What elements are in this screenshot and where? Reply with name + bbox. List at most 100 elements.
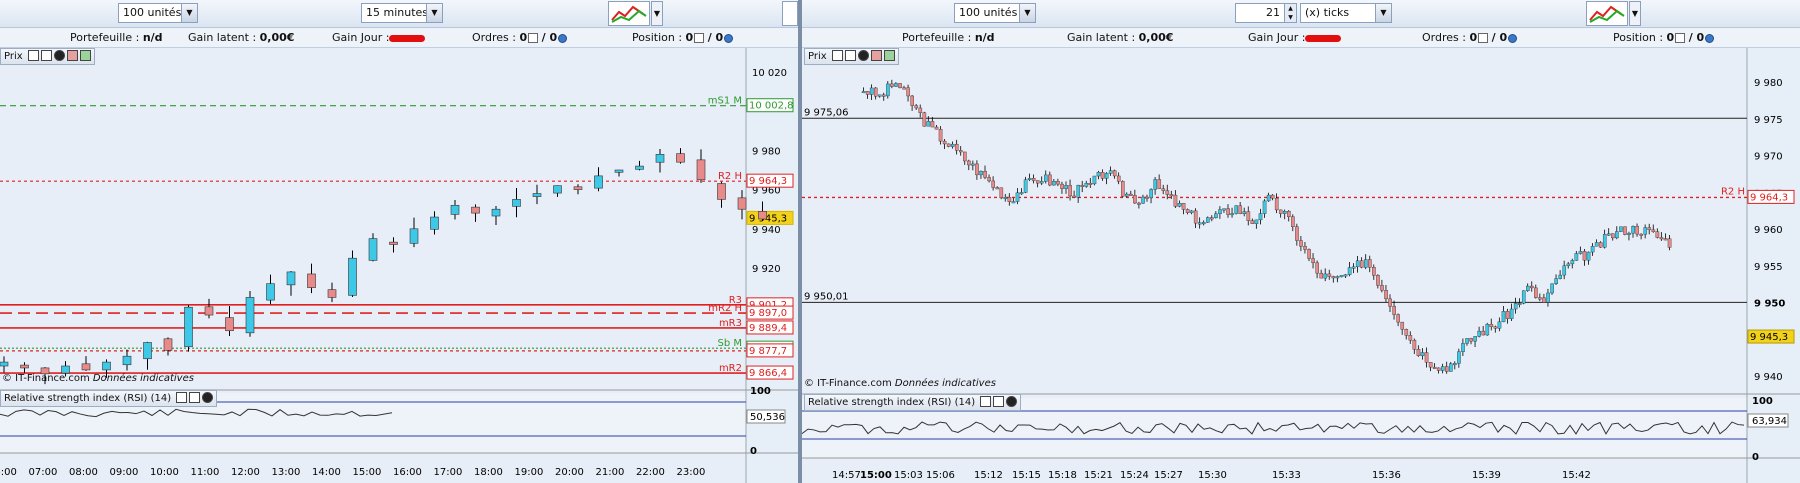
ticks-mode-select[interactable]: (x) ticks ▼ xyxy=(1300,3,1392,23)
left-timeframe-value: 15 minutes xyxy=(366,6,429,19)
left-timeframe-select[interactable]: 15 minutes ▼ xyxy=(361,3,443,23)
chevron-down-icon[interactable]: ▼ xyxy=(426,4,442,22)
x-tick-label: 15:21 xyxy=(1084,470,1113,481)
level-value: 9 945,3 xyxy=(749,213,787,224)
candle-body xyxy=(1550,283,1554,294)
chevron-down-icon[interactable]: ▼ xyxy=(181,4,197,22)
candle-body xyxy=(471,206,480,214)
close-icon[interactable] xyxy=(202,392,214,403)
x-tick-label: 15:36 xyxy=(1372,470,1401,481)
candle-body xyxy=(1355,260,1360,268)
orders-icon[interactable] xyxy=(1478,33,1489,43)
window-icon[interactable] xyxy=(844,50,856,61)
candle-body xyxy=(1436,367,1441,371)
window-icon[interactable] xyxy=(189,392,201,403)
candle-body xyxy=(389,241,398,245)
ticks-value-input[interactable]: 21 ▲ ▼ xyxy=(1235,3,1297,23)
x-tick-label: 06:00 xyxy=(0,467,17,478)
candle-body xyxy=(1598,242,1603,248)
add-indicator-icon[interactable] xyxy=(870,50,882,61)
y-tick-label: 9 940 xyxy=(1754,372,1783,383)
level-value: 9 897,0 xyxy=(749,308,787,319)
add-indicator-icon[interactable] xyxy=(66,50,78,61)
candle-body xyxy=(1538,297,1542,300)
ticks-stepper[interactable]: ▲ ▼ xyxy=(1284,4,1296,22)
position-icon[interactable] xyxy=(1675,33,1686,43)
candle-body xyxy=(906,87,910,97)
x-tick-label: 20:00 xyxy=(555,467,584,478)
right-units-select[interactable]: 100 unités ▼ xyxy=(954,3,1036,23)
candle-body xyxy=(1303,246,1307,250)
position-settings-icon[interactable] xyxy=(1705,33,1715,43)
right-units-value: 100 unités xyxy=(959,6,1018,19)
orders-settings-icon[interactable] xyxy=(558,33,568,43)
y-tick-label: 9 940 xyxy=(752,225,781,236)
chart-type-button[interactable] xyxy=(608,1,650,26)
candle-body xyxy=(1481,330,1486,336)
candle-body xyxy=(1177,203,1182,207)
x-tick-label: 13:00 xyxy=(272,467,301,478)
candle-body xyxy=(532,193,542,197)
candle-body xyxy=(1590,246,1595,253)
left-info-bar: Portefeuille : n/d Gain latent : 0,00€ G… xyxy=(0,28,798,48)
chart-type-dropdown[interactable]: ▼ xyxy=(651,1,663,26)
rsi-tick-label: 50,536 xyxy=(750,412,785,423)
candle-body xyxy=(1396,314,1400,323)
left-units-select[interactable]: 100 unités ▼ xyxy=(118,3,198,23)
chart-type-dropdown[interactable]: ▼ xyxy=(1629,1,1641,26)
candle-body xyxy=(1266,194,1271,202)
candle-body xyxy=(1359,260,1364,268)
window-icon[interactable] xyxy=(40,50,52,61)
chart-type-icon xyxy=(611,5,647,23)
candle-body xyxy=(1044,174,1048,182)
left-price-chart[interactable]: 10 0209 9809 9609 9409 920mS1 M 10 002,8R… xyxy=(0,48,798,483)
y-tick-label: 9 970 xyxy=(1754,152,1783,163)
candle-body xyxy=(1408,335,1413,341)
left-footer-note: © IT-Finance.com Données indicatives xyxy=(2,373,194,384)
candle-body xyxy=(873,87,878,97)
candle-body xyxy=(266,283,275,301)
candle-body xyxy=(491,208,501,217)
position-icon[interactable] xyxy=(694,33,705,43)
candle-body xyxy=(1125,193,1129,197)
window-icon[interactable] xyxy=(993,396,1005,407)
level-value: 10 002,8 xyxy=(749,101,794,112)
candle-body xyxy=(614,169,624,173)
add-object-icon[interactable] xyxy=(79,50,91,61)
wrench-icon[interactable] xyxy=(27,50,39,61)
x-tick-label: 14:57 xyxy=(832,470,861,481)
level-name: mR2 H xyxy=(708,303,742,314)
close-icon[interactable] xyxy=(53,50,65,61)
chart-type-button[interactable] xyxy=(1586,1,1628,26)
candle-body xyxy=(1384,290,1388,300)
orders-icon[interactable] xyxy=(528,33,539,43)
close-icon[interactable] xyxy=(857,50,869,61)
candle-body xyxy=(1594,242,1599,247)
candle-body xyxy=(1667,238,1672,248)
y-tick-label: 10 020 xyxy=(752,68,787,79)
x-tick-label: 15:12 xyxy=(974,470,1003,481)
candle-body xyxy=(1331,276,1336,279)
finance-tool-icon[interactable] xyxy=(782,1,798,26)
candle-body xyxy=(1108,170,1113,174)
candle-body xyxy=(1218,209,1222,214)
candle-body xyxy=(286,271,296,286)
candle-body xyxy=(758,211,767,220)
orders-settings-icon[interactable] xyxy=(1508,33,1518,43)
y-tick-label: 9 950 xyxy=(1754,299,1785,310)
y-tick-label: 9 955 xyxy=(1754,262,1783,273)
close-icon[interactable] xyxy=(1006,396,1018,407)
chevron-down-icon[interactable]: ▼ xyxy=(1019,4,1035,22)
candle-body xyxy=(1278,209,1283,214)
candle-body xyxy=(1473,336,1477,342)
wrench-icon[interactable] xyxy=(831,50,843,61)
candle-body xyxy=(1035,180,1040,184)
wrench-icon[interactable] xyxy=(980,396,992,407)
right-price-chart[interactable]: 9 9809 9759 9709 9659 9609 9559 9509 945… xyxy=(802,48,1800,483)
position-settings-icon[interactable] xyxy=(724,33,734,43)
chevron-down-icon[interactable]: ▼ xyxy=(1375,4,1391,22)
add-object-icon[interactable] xyxy=(883,50,895,61)
wrench-icon[interactable] xyxy=(176,392,188,403)
candle-body xyxy=(1493,326,1498,329)
candle-body xyxy=(512,199,521,207)
